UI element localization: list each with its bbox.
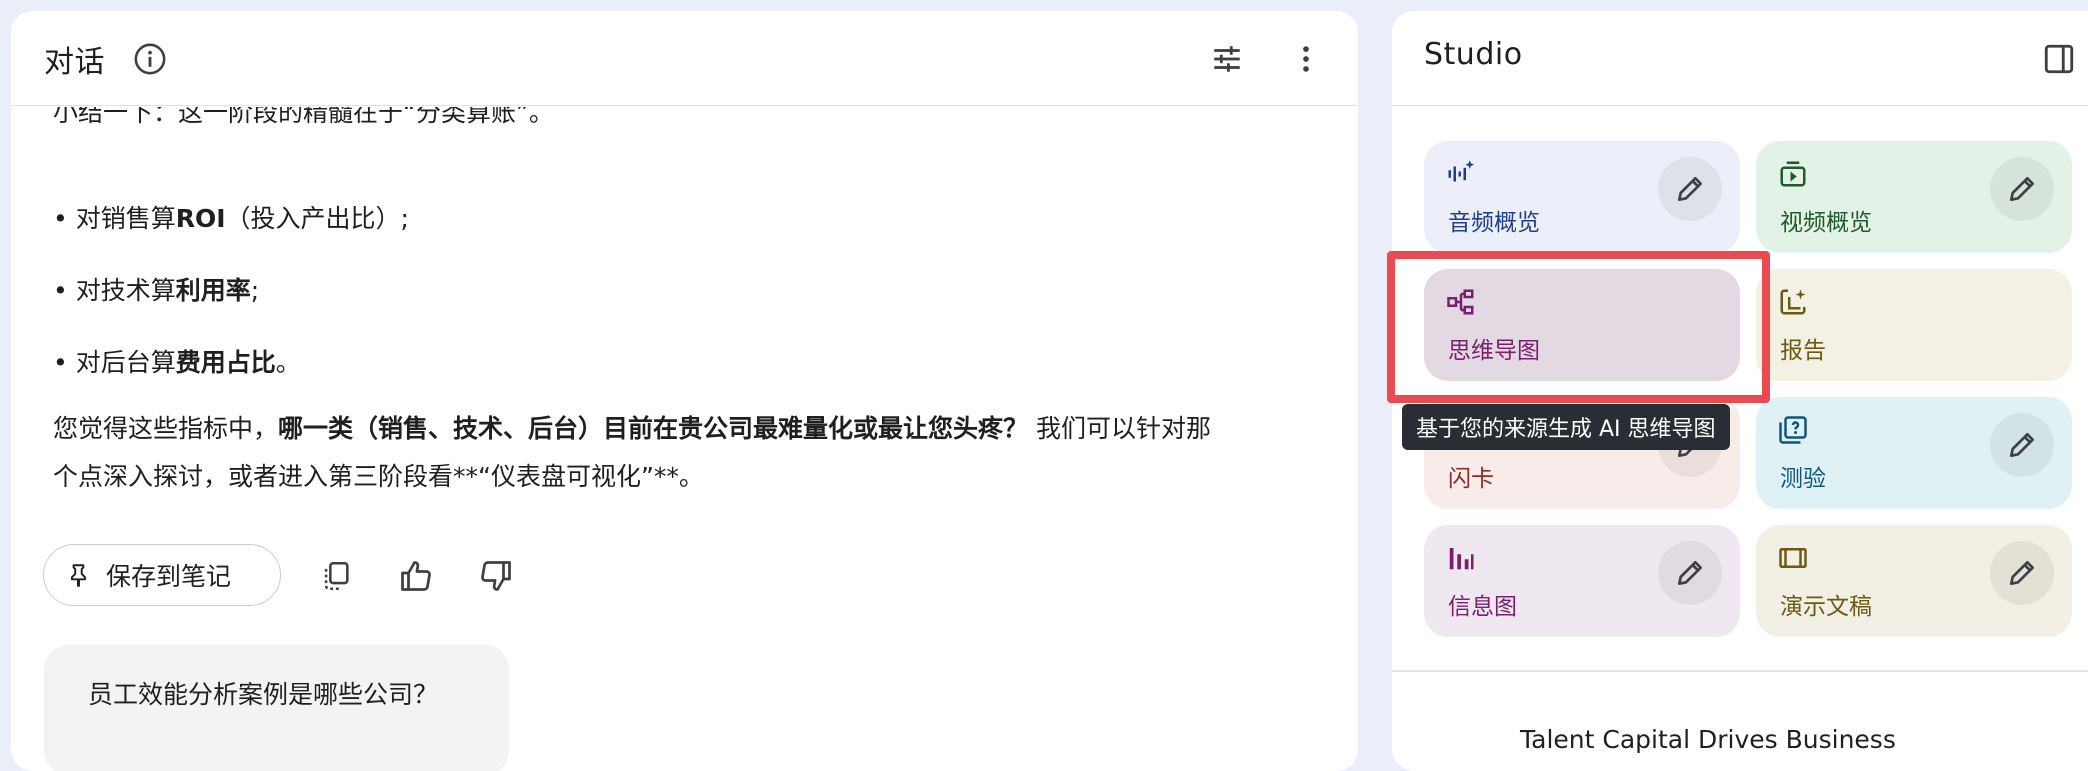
tile-label: 信息图	[1448, 594, 1517, 620]
save-to-notes-button[interactable]: 保存到笔记	[43, 544, 281, 606]
bullet-backoffice: • 对后台算费用占比。	[53, 343, 301, 379]
bullet-tech: • 对技术算利用率;	[53, 271, 259, 307]
tile-label: 测验	[1780, 466, 1826, 492]
thumbs-down-icon[interactable]	[471, 551, 521, 601]
bullet-bold: 费用占比	[175, 348, 276, 377]
question-text: 您觉得这些指标中，	[53, 414, 279, 443]
copy-icon[interactable]	[311, 551, 361, 601]
tune-settings-icon[interactable]	[1203, 35, 1251, 83]
pin-icon	[70, 564, 86, 587]
info-icon[interactable]	[126, 35, 174, 83]
question-paragraph: 您觉得这些指标中，哪一类（销售、技术、后台）目前在贵公司最难量化或最让您头疼？ …	[53, 405, 1233, 501]
chat-title: 对话	[44, 45, 105, 80]
mind-map-tooltip: 基于您的来源生成 AI 思维导图	[1402, 404, 1730, 450]
bullet-text: 。	[275, 348, 301, 377]
edit-pencil-icon[interactable]	[1990, 157, 2054, 221]
studio-title: Studio	[1424, 37, 1523, 72]
edit-pencil-icon[interactable]	[1658, 157, 1722, 221]
note-title-clipped: Talent Capital Drives Business	[1520, 725, 1896, 754]
audio-waveform-icon	[1448, 160, 1475, 182]
tile-infographic[interactable]: 信息图	[1424, 525, 1740, 637]
tile-audio-overview[interactable]: 音频概览	[1424, 141, 1740, 253]
tile-label: 演示文稿	[1780, 594, 1872, 620]
tile-quiz[interactable]: 测验	[1756, 397, 2072, 509]
bullet-text: • 对销售算	[53, 204, 176, 233]
edit-pencil-icon[interactable]	[1990, 541, 2054, 605]
tile-label: 视频概览	[1780, 210, 1872, 236]
save-to-notes-label: 保存到笔记	[106, 562, 232, 591]
studio-divider	[1392, 670, 2088, 672]
user-message-bubble: 员工效能分析案例是哪些公司？	[44, 645, 509, 771]
thumbs-up-icon[interactable]	[391, 551, 441, 601]
quiz-icon	[1779, 416, 1807, 444]
infographic-icon	[1449, 548, 1474, 570]
chat-body: 小结一下：这一阶段的精髓在于“分类算账”。 • 对销售算ROI（投入产出比）; …	[11, 107, 1358, 771]
report-icon	[1780, 289, 1806, 315]
bullet-text: ;	[250, 276, 260, 305]
video-play-icon	[1780, 161, 1806, 187]
bullet-text: （投入产出比）;	[225, 204, 409, 233]
user-message-text: 员工效能分析案例是哪些公司？	[88, 680, 439, 709]
chat-panel: 对话 小结一下：这一阶段的精髓在于“分类算账”。 • 对销售算ROI（投入产出比…	[11, 11, 1358, 771]
clipped-summary-line: 小结一下：这一阶段的精髓在于“分类算账”。	[53, 107, 554, 127]
tile-video-overview[interactable]: 视频概览	[1756, 141, 2072, 253]
bullet-bold: 利用率	[175, 276, 251, 305]
highlight-annotation-box	[1387, 251, 1770, 403]
tile-label: 闪卡	[1448, 466, 1494, 492]
more-vert-icon[interactable]	[1282, 35, 1330, 83]
edit-pencil-icon[interactable]	[1990, 413, 2054, 477]
bullet-sales: • 对销售算ROI（投入产出比）;	[53, 199, 409, 235]
tile-slides[interactable]: 演示文稿	[1756, 525, 2072, 637]
tile-report[interactable]: 报告	[1756, 269, 2072, 381]
chat-header: 对话	[11, 11, 1358, 106]
collapse-panel-icon[interactable]	[2035, 35, 2083, 83]
tile-label: 报告	[1780, 338, 1826, 364]
bullet-text: • 对技术算	[53, 276, 176, 305]
edit-pencil-icon[interactable]	[1658, 541, 1722, 605]
slides-icon	[1779, 548, 1807, 568]
studio-header: Studio	[1392, 11, 2088, 106]
bullet-text: • 对后台算	[53, 348, 176, 377]
bullet-bold: ROI	[175, 204, 226, 233]
tile-label: 音频概览	[1448, 210, 1540, 236]
question-bold: 哪一类（销售、技术、后台）目前在贵公司最难量化或最让您头疼？	[278, 414, 1029, 443]
